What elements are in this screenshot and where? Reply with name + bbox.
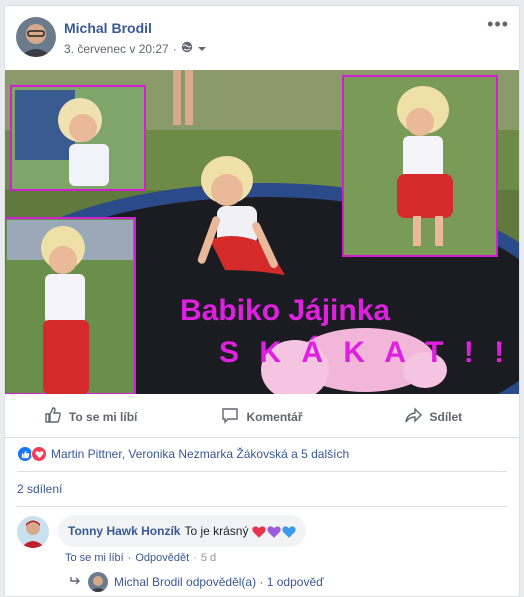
comment-label: Komentář xyxy=(246,409,303,424)
reply-summary-text[interactable]: Michal Brodil odpověděl(a) · 1 odpověď xyxy=(114,575,324,589)
author-avatar[interactable] xyxy=(16,17,56,57)
comment-reply-link[interactable]: Odpovědět xyxy=(135,552,189,564)
commenter-avatar[interactable] xyxy=(17,516,49,548)
reactions-summary[interactable]: Martin Pittner, Veronika Nezmarka Žákovs… xyxy=(17,443,349,465)
heart-emoji-icons xyxy=(252,525,297,538)
globe-icon[interactable] xyxy=(181,41,193,56)
meta-separator: · xyxy=(172,41,177,56)
red-heart-icon xyxy=(252,525,267,538)
comment-like-link[interactable]: To se mi líbí xyxy=(65,552,124,564)
comment-author[interactable]: Tonny Hawk Honzík xyxy=(68,524,180,538)
reply-avatar xyxy=(88,572,108,592)
post-actions: To se mi líbí Komentář Sdílet xyxy=(5,396,519,438)
chevron-down-icon[interactable] xyxy=(197,42,207,56)
comment-text: To je krásný xyxy=(184,524,249,538)
comment-icon xyxy=(221,406,239,427)
post-header: Michal Brodil 3. červenec v 20:27 · ••• xyxy=(5,6,519,68)
comment-button[interactable]: Komentář xyxy=(176,396,347,437)
divider xyxy=(17,506,507,507)
share-icon xyxy=(404,406,423,427)
more-options-icon[interactable]: ••• xyxy=(487,15,509,33)
love-reaction-icon xyxy=(31,446,47,462)
thumbs-up-icon xyxy=(44,406,62,427)
post-card: Michal Brodil 3. červenec v 20:27 · ••• xyxy=(4,5,520,597)
share-button[interactable]: Sdílet xyxy=(348,396,519,437)
overlay-line2: S K Á K A T ! ! xyxy=(219,335,510,369)
comment-bubble: Tonny Hawk Honzík To je krásný xyxy=(58,515,307,547)
comment-sep: · xyxy=(193,552,197,564)
post-photo[interactable]: Babiko Jájinka S K Á K A T ! ! xyxy=(5,70,519,394)
post-date[interactable]: 3. červenec v 20:27 xyxy=(64,42,169,56)
overlay-line1: Babiko Jájinka xyxy=(180,294,390,327)
comment-time[interactable]: 5 d xyxy=(201,552,216,564)
reply-arrow-icon xyxy=(70,575,82,589)
share-label: Sdílet xyxy=(429,409,463,424)
comment-sep: · xyxy=(127,552,132,564)
like-label: To se mi líbí xyxy=(68,409,138,424)
post-meta: 3. červenec v 20:27 · xyxy=(64,41,207,56)
purple-heart-icon xyxy=(267,525,282,538)
comment-actions: To se mi líbí · Odpovědět · 5 d xyxy=(65,552,216,564)
like-button[interactable]: To se mi líbí xyxy=(5,396,176,437)
blue-heart-icon xyxy=(282,525,297,538)
post-author[interactable]: Michal Brodil xyxy=(64,20,152,36)
reactions-text[interactable]: Martin Pittner, Veronika Nezmarka Žákovs… xyxy=(51,447,349,461)
reply-summary[interactable]: Michal Brodil odpověděl(a) · 1 odpověď xyxy=(70,572,324,592)
divider xyxy=(17,471,507,472)
share-count[interactable]: 2 sdílení xyxy=(17,482,62,496)
